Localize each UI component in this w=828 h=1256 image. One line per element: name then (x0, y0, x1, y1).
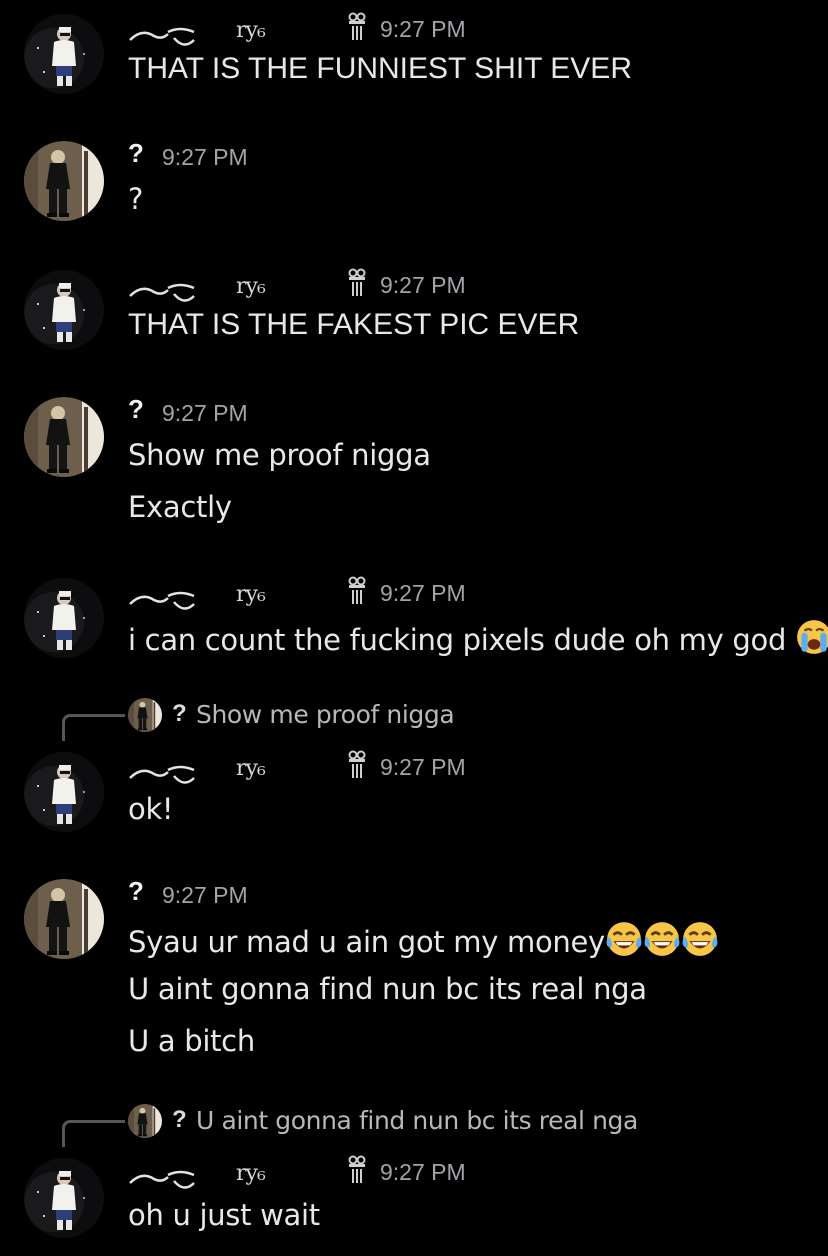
username-label: ry₆ (236, 582, 266, 607)
reply-preview[interactable]: ? U aint gonna find nun bc its real nga (0, 1104, 828, 1147)
username-ry[interactable]: ry₆ (128, 752, 368, 792)
avatar[interactable] (24, 14, 104, 94)
wave-decoration-icon (128, 1169, 200, 1191)
server-tag-icon (346, 1155, 368, 1185)
avatar[interactable] (24, 270, 104, 350)
username-q[interactable]: ? (128, 138, 144, 169)
message-row: Syau ur mad u ain got my money (128, 920, 719, 959)
avatar[interactable] (24, 1158, 104, 1238)
username-ry[interactable]: ry₆ (128, 270, 368, 310)
message-text: U a bitch (128, 1024, 255, 1058)
timestamp: 9:27 PM (380, 1159, 466, 1185)
message-text: U aint gonna find nun bc its real nga (128, 972, 647, 1006)
username-ry[interactable]: ry₆ (128, 578, 368, 618)
reply-spine (62, 714, 125, 741)
reply-author: ? (172, 700, 187, 727)
timestamp: 9:27 PM (162, 144, 248, 170)
reply-text: U aint gonna find nun bc its real nga (196, 1106, 638, 1135)
username-label: ry₆ (236, 1161, 266, 1186)
face-with-tears-of-joy-icon (681, 920, 719, 958)
reply-avatar (128, 1104, 162, 1138)
username-label: ry₆ (236, 274, 266, 299)
server-tag-icon (346, 576, 368, 606)
message-text: THAT IS THE FAKEST PIC EVER (128, 308, 580, 341)
avatar[interactable] (24, 578, 104, 658)
wave-decoration-icon (128, 764, 200, 786)
avatar[interactable] (24, 879, 104, 959)
wave-decoration-icon (128, 590, 200, 612)
username-q[interactable]: ? (128, 394, 144, 425)
reply-text: Show me proof nigga (196, 700, 455, 729)
timestamp: 9:27 PM (380, 16, 466, 42)
message-row: i can count the fucking pixels dude oh m… (128, 618, 828, 657)
username-label: ry₆ (236, 756, 266, 781)
username-ry[interactable]: ry₆ (128, 1157, 368, 1197)
username-label: ry₆ (236, 18, 266, 43)
server-tag-icon (346, 268, 368, 298)
reply-author: ? (172, 1106, 187, 1133)
message-text: Exactly (128, 490, 232, 524)
avatar[interactable] (24, 141, 104, 221)
avatar[interactable] (24, 397, 104, 477)
message-text: ok! (128, 792, 174, 826)
timestamp: 9:27 PM (380, 272, 466, 298)
wave-decoration-icon (128, 282, 200, 304)
message-text: ? (128, 182, 144, 216)
face-with-tears-of-joy-icon (605, 920, 643, 958)
message-text: THAT IS THE FUNNIEST SHIT EVER (128, 52, 632, 85)
server-tag-icon (346, 750, 368, 780)
wave-decoration-icon (128, 26, 200, 48)
username-ry[interactable]: ry₆ (128, 14, 368, 54)
message-text: oh u just wait (128, 1198, 320, 1232)
timestamp: 9:27 PM (162, 400, 248, 426)
message-text: Syau ur mad u ain got my money (128, 925, 605, 959)
message-text: Show me proof nigga (128, 438, 431, 472)
reply-preview[interactable]: ? Show me proof nigga (0, 698, 828, 741)
timestamp: 9:27 PM (380, 580, 466, 606)
face-with-tears-of-joy-icon (643, 920, 681, 958)
server-tag-icon (346, 12, 368, 42)
timestamp: 9:27 PM (380, 754, 466, 780)
reply-avatar (128, 698, 162, 732)
avatar[interactable] (24, 752, 104, 832)
reply-spine (62, 1120, 125, 1147)
timestamp: 9:27 PM (162, 882, 248, 908)
username-q[interactable]: ? (128, 876, 144, 907)
loudly-crying-face-icon (795, 618, 828, 656)
message-text: i can count the fucking pixels dude oh m… (128, 623, 787, 657)
